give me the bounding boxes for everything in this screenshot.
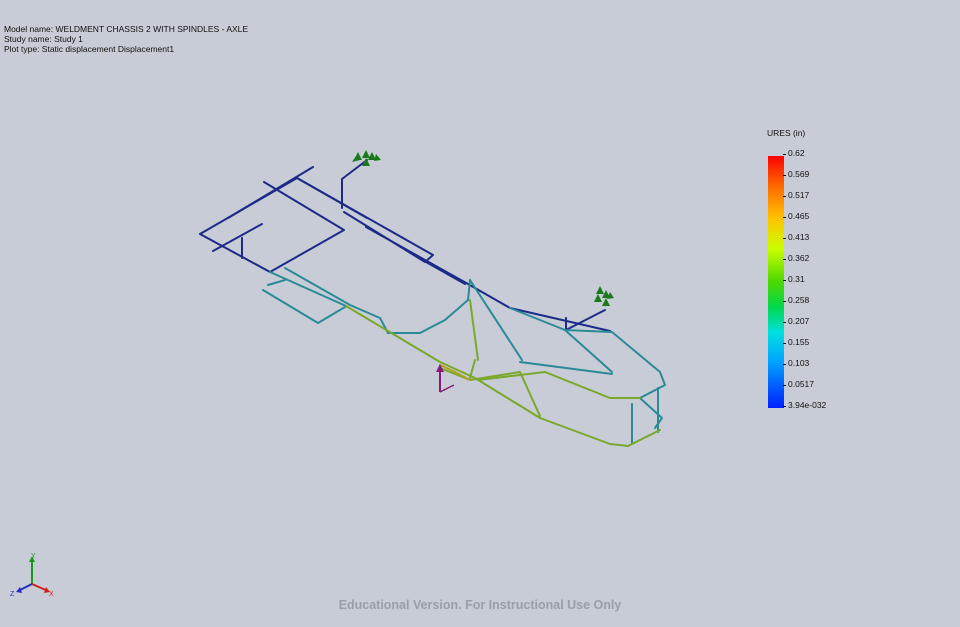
axis-triad-icon: Y X Z <box>10 553 54 598</box>
legend-label: 0.103 <box>782 358 810 368</box>
fixture-icon[interactable] <box>352 150 381 166</box>
front-frame <box>345 299 661 447</box>
legend-label: 0.413 <box>782 232 810 242</box>
rear-frame <box>199 159 611 332</box>
legend-label: 3.94e-032 <box>782 400 827 410</box>
legend-label: 0.258 <box>782 295 810 305</box>
legend-labels: 0.62 0.569 0.517 0.465 0.413 0.362 0.31 … <box>782 148 848 410</box>
graphics-viewport[interactable]: Model name: WELDMENT CHASSIS 2 WITH SPIN… <box>0 0 960 627</box>
watermark-text: Educational Version. For Instructional U… <box>338 598 622 612</box>
legend-title: URES (in) <box>767 128 806 138</box>
legend-label: 0.31 <box>783 274 805 284</box>
legend-label: 0.155 <box>782 337 810 347</box>
legend-label: 0.465 <box>782 211 810 221</box>
color-scale-bar[interactable] <box>768 156 784 408</box>
triad-z-label: Z <box>10 591 15 598</box>
legend-label: 0.62 <box>783 148 805 158</box>
legend-label: 0.517 <box>782 190 810 200</box>
legend-label: 0.0517 <box>783 379 814 389</box>
legend-label: 0.362 <box>782 253 810 263</box>
legend-label: 0.207 <box>782 316 810 326</box>
legend-label: 0.569 <box>782 169 810 179</box>
fixture-icon[interactable] <box>594 286 614 306</box>
triad-x-label: X <box>49 591 54 598</box>
triad-y-label: Y <box>31 553 36 560</box>
front-cross-member <box>439 364 471 381</box>
